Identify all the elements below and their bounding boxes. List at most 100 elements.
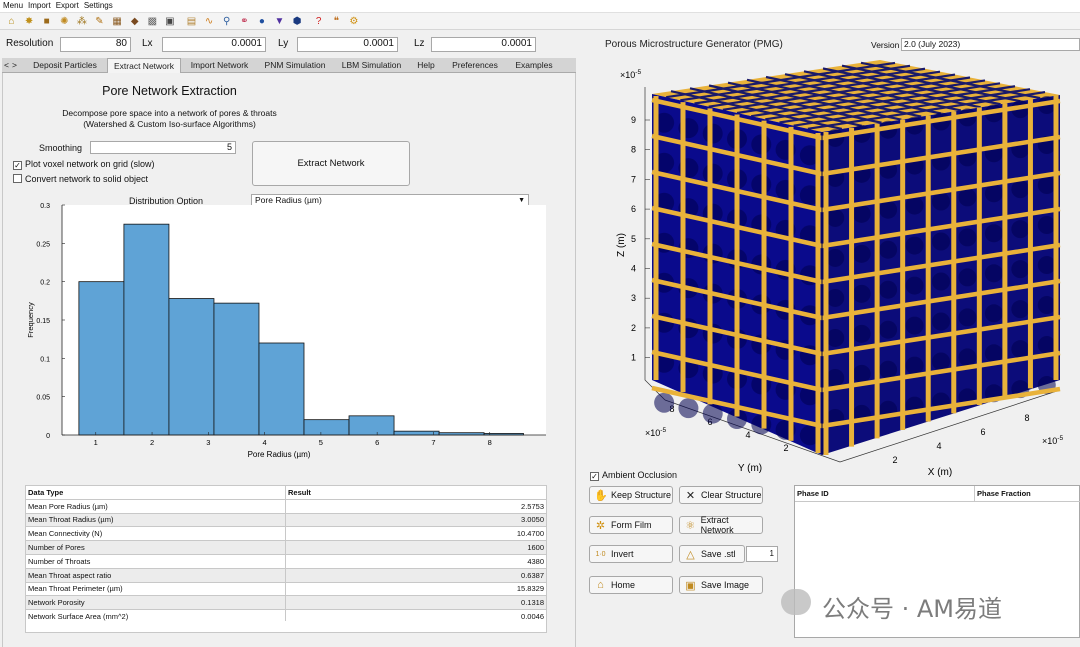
histogram-bar xyxy=(213,302,260,436)
x-axis-exponent: ×10-5 xyxy=(1042,435,1063,446)
extract-network-small-label: Extract Network xyxy=(700,515,734,535)
app-title: Porous Microstructure Generator (PMG) xyxy=(605,39,783,50)
curve-icon[interactable]: ∿ xyxy=(204,16,215,27)
tab-help[interactable]: Help xyxy=(410,58,442,73)
y-tick-label: 4 xyxy=(745,430,750,440)
pen-icon[interactable]: ✎ xyxy=(94,16,105,27)
tab-lbm-simulation[interactable]: LBM Simulation xyxy=(334,58,409,73)
resolution-field[interactable]: 80 xyxy=(60,37,131,52)
x-axis-label: X (m) xyxy=(928,467,952,478)
plot-voxel-checkbox[interactable]: ✓ xyxy=(13,161,22,170)
form-film-button[interactable]: ✲ Form Film xyxy=(589,516,673,534)
save-image-label: Save Image xyxy=(701,580,750,590)
block-icon[interactable]: ▦ xyxy=(112,16,123,27)
pore-sphere xyxy=(879,320,898,339)
y-axis-label: Frequency xyxy=(26,302,35,338)
menu-menu[interactable]: Menu xyxy=(3,1,23,10)
invert-button[interactable]: 1·0 Invert xyxy=(589,545,673,563)
z-tick-label: 7 xyxy=(631,174,636,184)
box-icon[interactable]: ⬢ xyxy=(292,16,303,27)
lz-field[interactable]: 0.0001 xyxy=(431,37,536,52)
save-icon: ▣ xyxy=(685,579,696,592)
tab-extract-network[interactable]: Extract Network xyxy=(107,58,181,74)
network-icon[interactable]: ⚲ xyxy=(221,16,232,27)
ly-field[interactable]: 0.0001 xyxy=(297,37,398,52)
plot-voxel-option[interactable]: ✓ Plot voxel network on grid (slow) xyxy=(13,159,155,170)
x-tick-label: 6 xyxy=(375,438,379,447)
pore-sphere xyxy=(1011,220,1030,239)
cell-result: 0.1318 xyxy=(285,595,547,611)
gear-cluster-icon[interactable]: ✺ xyxy=(59,16,70,27)
pore-sphere xyxy=(932,272,950,291)
convert-solid-checkbox[interactable] xyxy=(13,174,22,183)
pore-sphere xyxy=(932,352,950,371)
graph-icon[interactable]: ⚭ xyxy=(239,16,250,27)
funnel-icon[interactable]: ▼ xyxy=(274,16,285,27)
structure-3d-view[interactable]: 98765432186422468×10-5×10-5×10-5Z (m)Y (… xyxy=(590,60,1080,480)
cell-data-type: Mean Throat Radius (µm) xyxy=(25,512,286,528)
clear-structure-button[interactable]: ✕ Clear Structure xyxy=(679,486,763,504)
tab-pnm-simulation[interactable]: PNM Simulation xyxy=(257,58,333,73)
x-axis-label: Pore Radius (µm) xyxy=(248,450,311,459)
keep-structure-button[interactable]: ✋ Keep Structure xyxy=(589,486,673,504)
pore-sphere xyxy=(879,280,898,299)
pore-sphere xyxy=(826,368,845,387)
ambient-occlusion-option[interactable]: ✓ Ambient Occlusion xyxy=(590,470,677,481)
home-label: Home xyxy=(611,580,636,590)
particles-icon[interactable]: ✸ xyxy=(24,16,35,27)
smoothing-field[interactable]: 5 xyxy=(90,141,236,154)
mesh-icon[interactable]: ▩ xyxy=(147,16,158,27)
tab-examples[interactable]: Examples xyxy=(508,58,560,73)
quote-icon[interactable]: ❝ xyxy=(331,16,342,27)
table-row: Mean Throat Radius (µm) 3.0050 xyxy=(25,512,547,528)
convert-solid-option[interactable]: Convert network to solid object xyxy=(13,174,148,184)
diamond-icon[interactable]: ◆ xyxy=(129,16,140,27)
settings-icon[interactable]: ⚙ xyxy=(348,16,359,27)
histogram-chart: 1 2 3 4 5 6 7 8 0 0.05 0.1 0.15 0.2 0.25 0.3 Pore Radiu… xyxy=(26,203,546,459)
extract-network-small-button[interactable]: ⚛ Extract Network xyxy=(679,515,763,535)
network-icon: ⚛ xyxy=(685,519,696,532)
lx-field[interactable]: 0.0001 xyxy=(162,37,266,52)
y-tick-label: 2 xyxy=(783,443,788,453)
cell-result: 15.8329 xyxy=(285,581,547,597)
cell-result: 0.6387 xyxy=(285,567,547,583)
x-tick-label: 4 xyxy=(936,441,941,451)
pyramid-icon: △ xyxy=(686,548,695,561)
menu-import[interactable]: Import xyxy=(28,1,51,10)
save-stl-button[interactable]: △ Save .stl xyxy=(679,545,745,563)
image-icon[interactable]: ▤ xyxy=(186,16,197,27)
col-header-result: Result xyxy=(285,485,547,500)
ambient-occlusion-checkbox[interactable]: ✓ xyxy=(590,472,599,481)
stl-count-field[interactable]: 1 xyxy=(746,546,778,562)
histogram-bar xyxy=(123,223,170,436)
tab-deposit-particles[interactable]: Deposit Particles xyxy=(24,58,106,73)
pore-sphere xyxy=(905,316,924,335)
cell-data-type: Mean Connectivity (N) xyxy=(25,526,286,542)
extract-network-button[interactable]: Extract Network xyxy=(252,141,410,186)
watermark: 公众号 · AM易道 xyxy=(822,595,1003,623)
x-tick-label: 8 xyxy=(1024,413,1029,423)
x-tick-label: 1 xyxy=(94,438,98,447)
tab-preferences[interactable]: Preferences xyxy=(443,58,507,73)
pore-sphere xyxy=(984,224,1003,243)
cube-icon[interactable]: ■ xyxy=(41,16,52,27)
fibers-icon[interactable]: ⁂ xyxy=(76,16,87,27)
tab-scroll-left[interactable]: < xyxy=(3,58,10,73)
pore-sphere xyxy=(932,192,950,211)
home-icon[interactable]: ⌂ xyxy=(6,16,17,27)
pore-sphere xyxy=(654,392,675,413)
cell-data-type: Number of Pores xyxy=(25,540,286,555)
menu-export[interactable]: Export xyxy=(56,1,79,10)
tab-import-network[interactable]: Import Network xyxy=(183,58,256,73)
histogram-bar xyxy=(348,415,395,436)
x-tick-label: 6 xyxy=(980,427,985,437)
menu-settings[interactable]: Settings xyxy=(84,1,113,10)
cube-dark-icon[interactable]: ▣ xyxy=(164,16,175,27)
save-image-button[interactable]: ▣ Save Image xyxy=(679,576,763,594)
home-button[interactable]: ⌂ Home xyxy=(589,576,673,594)
help-icon[interactable]: ? xyxy=(313,16,324,27)
tab-scroll-right[interactable]: > xyxy=(11,58,18,73)
drop-icon[interactable]: ● xyxy=(256,16,267,27)
exp-base: ×10 xyxy=(620,70,635,80)
form-film-label: Form Film xyxy=(611,520,652,530)
